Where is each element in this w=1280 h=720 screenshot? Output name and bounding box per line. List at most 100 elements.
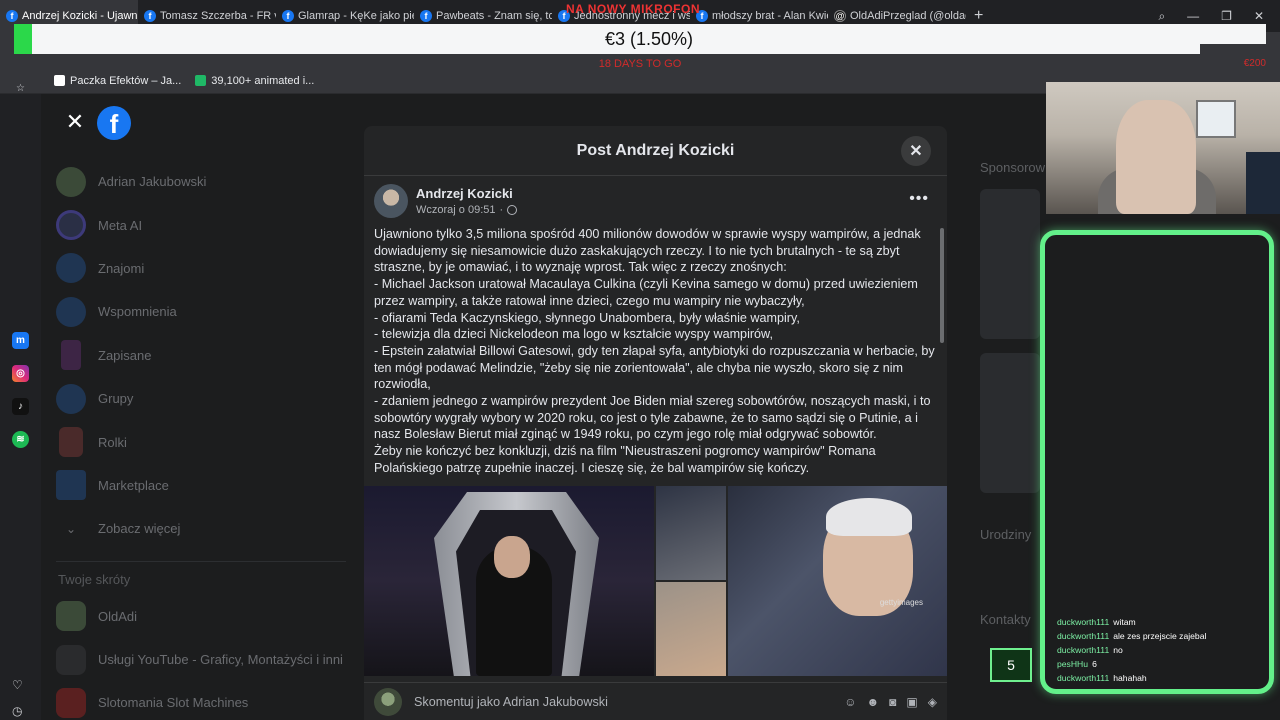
avatar-icon[interactable]	[374, 687, 402, 716]
chat-text: 6	[1092, 659, 1097, 669]
minimize-icon[interactable]: —	[1187, 9, 1199, 23]
saved-icon	[61, 340, 81, 371]
more-options-icon[interactable]: •••	[909, 190, 929, 208]
spotify-icon[interactable]: ≋	[12, 431, 29, 448]
post-paragraph: - telewizja dla dzieci Nickelodeon ma lo…	[374, 327, 773, 342]
history-icon[interactable]: ◷	[12, 704, 22, 718]
sidebar-item-meta-ai[interactable]: Meta AI	[56, 203, 346, 246]
days-to-go: 18 DAYS TO GO	[598, 58, 682, 70]
chat-username: duckworth111	[1057, 631, 1110, 641]
close-viewer-icon[interactable]: ✕	[61, 108, 89, 136]
messenger-icon[interactable]: m	[12, 332, 29, 349]
stream-chat: duckworth111 witam duckworth111 ale zes pr…	[1040, 230, 1274, 694]
post-image-thumb[interactable]	[656, 486, 726, 580]
cam-monitor	[1246, 152, 1280, 214]
post-timestamp[interactable]: Wczoraj o 09:51	[416, 204, 495, 216]
app-rail: ☆ m ◎ ♪ ≋ ♡ ◷	[0, 83, 41, 720]
bookmark-label: 39,100+ animated i...	[211, 74, 315, 87]
tiktok-icon[interactable]: ♪	[12, 398, 29, 415]
gif-icon[interactable]: ▣	[906, 695, 917, 709]
camera-icon[interactable]: ◙	[889, 695, 896, 709]
comment-input[interactable]: Skomentuj jako Adrian Jakubowski	[414, 695, 832, 709]
bookmark-animated-icons[interactable]: 39,100+ animated i...	[195, 75, 314, 87]
chat-messages: duckworth111 witam duckworth111 ale zes pr…	[1057, 615, 1267, 685]
pin-icon[interactable]: ☆	[12, 80, 29, 97]
search-tabs-icon[interactable]: ⌕	[1158, 9, 1165, 24]
sponsored-ad[interactable]	[980, 353, 1040, 493]
facebook-favicon-icon: f	[6, 10, 18, 22]
shortcut-avatar	[56, 601, 86, 632]
sidebar-item-label: Adrian Jakubowski	[98, 174, 207, 190]
facebook-favicon-icon: f	[282, 10, 294, 22]
bookmark-paczka-efektow[interactable]: Paczka Efektów – Ja...	[54, 75, 181, 87]
sidebar-item-saved[interactable]: Zapisane	[56, 334, 346, 377]
sidebar-item-marketplace[interactable]: Marketplace	[56, 464, 346, 507]
modal-scrollbar[interactable]	[940, 228, 944, 343]
sidebar-item-friends[interactable]: Znajomi	[56, 247, 346, 290]
instagram-icon[interactable]: ◎	[12, 365, 29, 382]
contacts-heading: Kontakty	[980, 612, 1031, 627]
sidebar-item-label: Zobacz więcej	[98, 521, 181, 537]
left-sidebar: Adrian Jakubowski Meta AI Znajomi Wspomn…	[56, 160, 346, 720]
sticker-icon[interactable]: ◈	[928, 695, 937, 709]
donation-amount: €3 (1.50%)	[604, 28, 694, 49]
emoji-icon[interactable]: ☻	[867, 695, 880, 709]
tab-label: młodszy brat - Alan Kwiec	[712, 10, 828, 22]
post-image-stack[interactable]	[656, 486, 726, 676]
bookmark-label: Paczka Efektów – Ja...	[70, 74, 182, 87]
facebook-logo-icon[interactable]: f	[97, 106, 131, 140]
right-column: Sponsorow Urodziny Kontakty	[980, 160, 1046, 627]
sidebar-item-see-more[interactable]: ⌄ Zobacz więcej	[56, 507, 346, 550]
post-modal: Post Andrzej Kozicki ✕ Andrzej Kozicki W…	[364, 126, 947, 720]
shortcut-uslugi-youtube[interactable]: Usługi YouTube - Graficy, Montażyści i i…	[56, 638, 346, 681]
sidebar-item-memories[interactable]: Wspomnienia	[56, 290, 346, 333]
facebook-favicon-icon: f	[144, 10, 156, 22]
post-image-thumb[interactable]	[656, 582, 726, 676]
screen: f Andrzej Kozicki - Ujawnio ✕ f Tomasz S…	[0, 0, 1280, 720]
sidebar-divider	[56, 560, 346, 562]
groups-icon	[56, 383, 86, 414]
post-paragraph: - Epstein załatwiał Billowi Gatesowi, gd…	[374, 343, 935, 392]
sponsored-ad[interactable]	[980, 189, 1040, 339]
close-icon[interactable]: ✕	[901, 136, 931, 166]
marketplace-icon	[56, 470, 86, 501]
post-author[interactable]: Andrzej Kozicki	[416, 186, 517, 201]
tab-label: Glamrap - KęKe jako pierw	[298, 10, 414, 22]
close-window-icon[interactable]: ✕	[1254, 9, 1264, 23]
page-icon	[54, 75, 65, 86]
chat-message: duckworth111 no	[1057, 643, 1267, 657]
avatar-sticker-icon[interactable]: ☺	[844, 695, 856, 709]
tab-label: Tomasz Szczerba - FR vs	[160, 10, 276, 22]
birthdays-heading: Urodziny	[980, 527, 1032, 542]
donation-goal-title: NA NOWY MIKROFON	[566, 2, 700, 16]
chat-username: duckworth111	[1057, 673, 1110, 683]
chat-message: duckworth111 ale zes przejscie zajebal	[1057, 629, 1267, 643]
sidebar-item-profile[interactable]: Adrian Jakubowski	[56, 160, 346, 203]
shortcut-oldadi[interactable]: OldAdi	[56, 595, 346, 638]
post-image-portrait[interactable]: gettyimages	[728, 486, 947, 676]
donation-goal-bar: €3 (1.50%)	[14, 24, 1266, 54]
shortcut-slotomania[interactable]: Slotomania Slot Machines	[56, 681, 346, 720]
post-images: gettyimages	[364, 486, 947, 676]
post-paragraph: - zdaniem jednego z wampirów prezydent J…	[374, 394, 931, 442]
friends-icon	[56, 253, 86, 284]
chat-text: hahahah	[1113, 673, 1147, 683]
sidebar-item-reels[interactable]: Rolki	[56, 420, 346, 463]
meta-ai-icon	[56, 210, 86, 241]
memories-icon	[56, 296, 86, 327]
sponsored-heading: Sponsorow	[980, 160, 1046, 175]
chat-message: duckworth111 witam	[1057, 615, 1267, 629]
sidebar-item-groups[interactable]: Grupy	[56, 377, 346, 420]
new-tab-button[interactable]: +	[966, 7, 991, 25]
author-avatar[interactable]	[374, 184, 408, 218]
threads-favicon-icon: @	[834, 10, 846, 22]
heart-icon[interactable]: ♡	[12, 678, 23, 692]
cam-window	[1196, 100, 1236, 138]
chat-username: duckworth111	[1057, 617, 1110, 627]
post-paragraph: Ujawniono tylko 3,5 miliona spośród 400 …	[374, 227, 921, 275]
chat-username: duckworth111	[1057, 645, 1110, 655]
restore-icon[interactable]: ❐	[1221, 9, 1232, 23]
post-image-coffin[interactable]	[364, 486, 654, 676]
shortcuts-heading: Twoje skróty	[58, 571, 131, 587]
chat-message: duckworth111 hahahah	[1057, 671, 1267, 685]
